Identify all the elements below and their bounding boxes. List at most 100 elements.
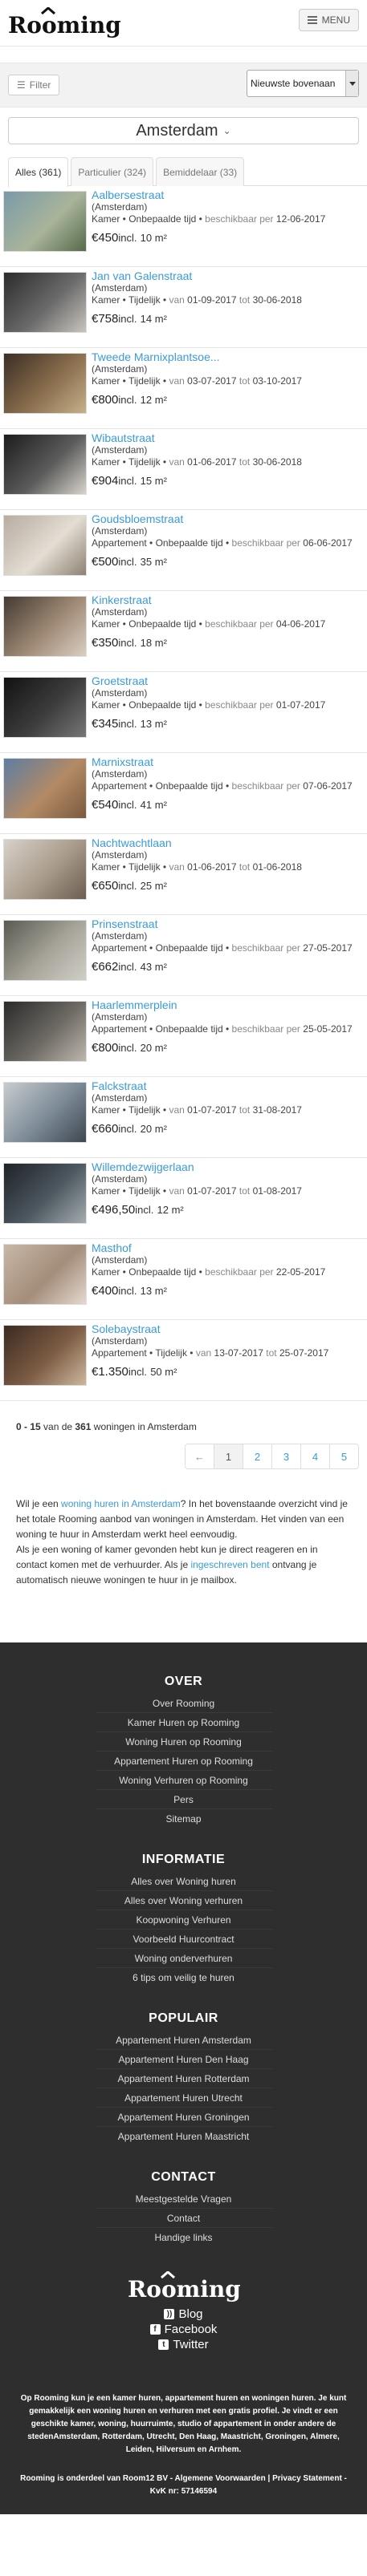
footer-link[interactable]: Appartement Huren Maastricht (96, 2127, 272, 2146)
footer-link[interactable]: Appartement Huren Groningen (95, 2108, 272, 2127)
social-facebook[interactable]: f Facebook (0, 2322, 367, 2337)
listing-item[interactable]: Wibautstraat (Amsterdam) Kamer • Tijdelijk… (0, 429, 367, 510)
sort-select[interactable]: Nieuwste bovenaan (247, 70, 359, 97)
pagination-page[interactable]: 4 (300, 1444, 330, 1469)
footer-link[interactable]: Appartement Huren Utrecht (95, 2088, 272, 2108)
listing-photo[interactable] (3, 515, 87, 576)
listing-title-link[interactable]: Groetstraat (92, 675, 364, 687)
listing-item[interactable]: Goudsbloemstraat (Amsterdam) Appartement •… (0, 510, 367, 591)
footer-link[interactable]: Over Rooming (95, 1694, 272, 1713)
listing-photo[interactable] (3, 839, 87, 900)
listing-photo[interactable] (3, 677, 87, 738)
footer-link[interactable]: Alles over Woning verhuren (95, 1891, 272, 1910)
listing-photo[interactable] (3, 920, 87, 981)
listing-title-link[interactable]: Masthof (92, 1242, 364, 1254)
listing-photo[interactable] (3, 191, 87, 252)
social-twitter[interactable]: t Twitter (0, 2337, 367, 2352)
listing-size: 50 m² (150, 1366, 177, 1378)
listing-photo[interactable] (3, 272, 87, 333)
listing-incl: incl. (118, 394, 137, 406)
listing-price: €800 (92, 393, 119, 407)
listing-price-row: €662incl. 43 m² (92, 961, 364, 973)
footer-link[interactable]: Appartement Huren Amsterdam (95, 2031, 272, 2050)
listing-item[interactable]: Kinkerstraat (Amsterdam) Kamer • Onbepaald… (0, 591, 367, 672)
footer-link[interactable]: Pers (95, 1790, 272, 1809)
footer-link[interactable]: Woning onderverhuren (95, 1949, 272, 1968)
listing-price: €496,50 (92, 1203, 136, 1217)
footer-link[interactable]: Handige links (96, 2228, 272, 2247)
listing-photo[interactable] (3, 434, 87, 495)
listing-title-link[interactable]: Prinsenstraat (92, 918, 364, 930)
listing-photo[interactable] (3, 596, 87, 657)
listing-title-link[interactable]: Solebaystraat (92, 1323, 364, 1335)
listing-title-link[interactable]: Goudsbloemstraat (92, 513, 364, 525)
pagination-page[interactable]: 5 (329, 1444, 359, 1469)
listing-item[interactable]: Nachtwachtlaan (Amsterdam) Kamer • Tijdeli… (0, 834, 367, 915)
listing-title-link[interactable]: Willemdezwijgerlaan (92, 1161, 364, 1173)
footer-link[interactable]: Contact (95, 2209, 272, 2228)
listing-item[interactable]: Marnixstraat (Amsterdam) Appartement • Onb… (0, 753, 367, 834)
footer-link[interactable]: Sitemap (96, 1809, 272, 1829)
listing-item[interactable]: Prinsenstraat (Amsterdam) Appartement • On… (0, 915, 367, 996)
footer-link[interactable]: Koopwoning Verhuren (95, 1910, 272, 1930)
listing-item[interactable]: Tweede Marnixplantsoe... (Amsterdam) Kamer… (0, 348, 367, 429)
listing-item[interactable]: Jan van Galenstraat (Amsterdam) Kamer • Ti… (0, 267, 367, 348)
listing-photo[interactable] (3, 1082, 87, 1143)
listing-title-link[interactable]: Kinkerstraat (92, 594, 364, 606)
listing-period: Tijdelijk (128, 861, 161, 873)
listing-photo[interactable] (3, 1244, 87, 1305)
listing-photo[interactable] (3, 1001, 87, 1062)
listing-item[interactable]: Aalbersestraat (Amsterdam) Kamer • Onbepaa… (0, 186, 367, 267)
tab-alles[interactable]: Alles (361) (8, 157, 69, 187)
footer-logo[interactable]: Rooming (128, 2271, 240, 2303)
listing-price: €540 (92, 798, 119, 812)
rooming-logo[interactable]: Rooming (8, 7, 120, 39)
listing-title-link[interactable]: Falckstraat (92, 1080, 364, 1092)
listing-photo[interactable] (3, 758, 87, 819)
listing-title-link[interactable]: Tweede Marnixplantsoe... (92, 351, 364, 363)
listing-item[interactable]: Groetstraat (Amsterdam) Kamer • Onbepaalde… (0, 672, 367, 753)
footer-link[interactable]: Alles over Woning huren (95, 1872, 272, 1891)
footer-link[interactable]: Woning Huren op Rooming (95, 1732, 272, 1752)
listing-title-link[interactable]: Jan van Galenstraat (92, 270, 364, 282)
listing-type: Appartement (92, 1023, 147, 1035)
pagination-prev[interactable]: ← (185, 1444, 214, 1469)
listing-item[interactable]: Masthof (Amsterdam) Kamer • Onbepaalde tij… (0, 1239, 367, 1320)
city-selector[interactable]: Amsterdam ⌄ (8, 117, 359, 144)
listing-title-link[interactable]: Haarlemmerplein (92, 999, 364, 1011)
footer-link[interactable]: Voorbeeld Huurcontract (95, 1930, 272, 1949)
listing-type: Kamer (92, 1185, 120, 1197)
listing-title-link[interactable]: Nachtwachtlaan (92, 837, 364, 849)
footer-link[interactable]: Appartement Huren Den Haag (95, 2050, 272, 2069)
listing-title-link[interactable]: Aalbersestraat (92, 189, 364, 201)
social-blog[interactable]: )) Blog (0, 2307, 367, 2322)
listing-incl: incl. (118, 313, 137, 325)
tab-particulier[interactable]: Particulier (324) (71, 157, 154, 186)
listing-price-row: €904incl. 15 m² (92, 475, 364, 487)
footer-section: OVER Over Rooming Kamer Huren op Rooming Wo… (0, 1675, 367, 1829)
menu-button[interactable]: MENU (298, 9, 359, 31)
listing-item[interactable]: Willemdezwijgerlaan (Amsterdam) Kamer • Ti… (0, 1158, 367, 1239)
listing-photo[interactable] (3, 1325, 87, 1386)
intro-link-woning-huren[interactable]: woning huren in Amsterdam (61, 1498, 181, 1509)
listing-photo[interactable] (3, 353, 87, 414)
footer-link[interactable]: 6 tips om veilig te huren (96, 1968, 272, 1987)
listing-size: 20 m² (140, 1042, 167, 1054)
footer-link[interactable]: Appartement Huren op Rooming (95, 1752, 272, 1771)
listing-title-link[interactable]: Wibautstraat (92, 432, 364, 444)
pagination-page[interactable]: 1 (214, 1444, 243, 1469)
listing-item[interactable]: Haarlemmerplein (Amsterdam) Appartement • … (0, 996, 367, 1077)
listing-title-link[interactable]: Marnixstraat (92, 756, 364, 768)
pagination-page[interactable]: 3 (271, 1444, 301, 1469)
listing-item[interactable]: Falckstraat (Amsterdam) Kamer • Tijdelijk … (0, 1077, 367, 1158)
footer-link[interactable]: Woning Verhuren op Rooming (95, 1771, 272, 1790)
filter-button[interactable]: ☰ Filter (8, 75, 60, 95)
footer-link[interactable]: Kamer Huren op Rooming (95, 1713, 272, 1732)
intro-link-ingeschreven[interactable]: ingeschreven bent (190, 1559, 269, 1570)
footer-link[interactable]: Meestgestelde Vragen (95, 2189, 272, 2209)
tab-bemiddelaar[interactable]: Bemiddelaar (33) (156, 157, 245, 186)
footer-link[interactable]: Appartement Huren Rotterdam (95, 2069, 272, 2088)
pagination-page[interactable]: 2 (243, 1444, 272, 1469)
listing-photo[interactable] (3, 1163, 87, 1224)
listing-item[interactable]: Solebaystraat (Amsterdam) Appartement • Ti… (0, 1320, 367, 1401)
